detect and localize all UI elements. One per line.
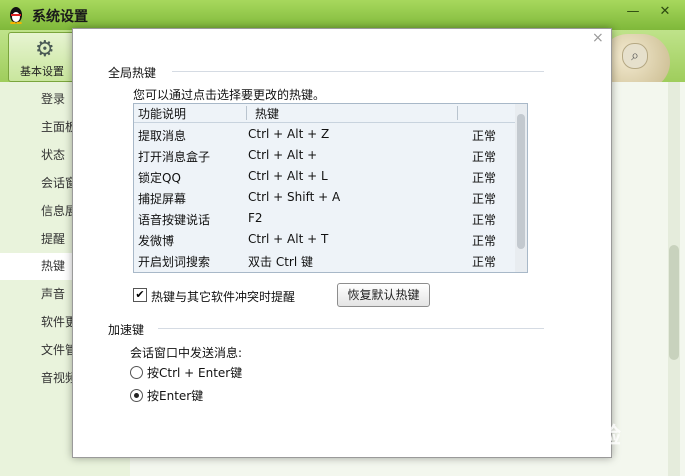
hotkey-keys: Ctrl + Alt + Z: [248, 127, 330, 141]
hotkey-status: 正常: [472, 213, 497, 227]
table-row[interactable]: 打开消息盒子 Ctrl + Alt + 正常: [134, 146, 515, 167]
hotkey-keys: Ctrl + Alt + T: [248, 232, 329, 246]
close-window-button[interactable]: ✕: [652, 2, 678, 22]
hotkey-function: 发微博: [138, 234, 175, 248]
minimize-button[interactable]: —: [620, 2, 646, 22]
hotkey-function: 锁定QQ: [138, 171, 181, 185]
global-hotkeys-title: 全局热键: [108, 66, 157, 80]
table-row[interactable]: 锁定QQ Ctrl + Alt + L 正常: [134, 167, 515, 188]
title-bar: 系统设置 — ✕: [0, 0, 685, 30]
table-row[interactable]: 语音按键说话 F2 正常: [134, 209, 515, 230]
hotkey-status: 正常: [472, 171, 497, 185]
hotkey-status: 正常: [472, 129, 497, 143]
hotkey-function: 打开消息盒子: [138, 150, 211, 164]
window-title: 系统设置: [32, 9, 88, 25]
dialog-close-button[interactable]: ×: [592, 30, 604, 46]
hotkey-hint: 您可以通过点击选择要更改的热键。: [133, 88, 326, 102]
column-hotkey[interactable]: 热键: [255, 105, 279, 122]
send-ctrl-enter-label[interactable]: 按Ctrl + Enter键: [147, 364, 242, 381]
basic-settings-tab[interactable]: ⚙ 基本设置: [8, 32, 76, 82]
conflict-reminder-label[interactable]: 热键与其它软件冲突时提醒: [151, 288, 295, 305]
hotkey-keys: 双击 Ctrl 键: [248, 255, 313, 269]
watermark: Bai 经验: [530, 424, 621, 449]
hotkey-status: 正常: [472, 234, 497, 248]
hotkey-function: 提取消息: [138, 129, 187, 143]
hotkey-keys: Ctrl + Alt +: [248, 148, 318, 162]
table-row[interactable]: 捕捉屏幕 Ctrl + Shift + A 正常: [134, 188, 515, 209]
table-header: 功能说明 热键: [134, 104, 515, 123]
qq-penguin-icon: [10, 7, 22, 24]
gear-icon: ⚙: [35, 37, 55, 62]
table-scrollbar[interactable]: [515, 104, 527, 272]
send-enter-label[interactable]: 按Enter键: [147, 387, 203, 404]
hotkey-function: 开启划词搜索: [138, 255, 211, 269]
table-row[interactable]: 开启划词搜索 双击 Ctrl 键 正常: [134, 251, 515, 272]
accelerator-title: 加速键: [108, 323, 145, 337]
search-icon[interactable]: ⌕: [622, 43, 648, 69]
section-divider: [172, 71, 544, 72]
table-scroll-thumb[interactable]: [517, 114, 525, 249]
send-enter-radio[interactable]: [130, 389, 143, 402]
section-divider: [158, 328, 544, 329]
table-row[interactable]: 提取消息 Ctrl + Alt + Z 正常: [134, 125, 515, 146]
send-ctrl-enter-radio[interactable]: [130, 366, 143, 379]
column-divider: [246, 106, 247, 120]
hotkey-table: 功能说明 热键 提取消息 Ctrl + Alt + Z 正常 打开消息盒子 Ct…: [133, 103, 528, 273]
hotkey-keys: Ctrl + Alt + L: [248, 169, 328, 183]
hotkey-function: 语音按键说话: [138, 213, 211, 227]
table-row[interactable]: 发微博 Ctrl + Alt + T 正常: [134, 230, 515, 251]
column-function[interactable]: 功能说明: [138, 105, 186, 122]
hotkey-keys: Ctrl + Shift + A: [248, 190, 341, 204]
basic-settings-label: 基本设置: [20, 65, 64, 78]
restore-default-hotkeys-button[interactable]: 恢复默认热键: [337, 283, 430, 307]
hotkey-status: 正常: [472, 255, 497, 269]
send-message-label: 会话窗口中发送消息:: [130, 346, 243, 360]
content-scroll-thumb[interactable]: [669, 245, 679, 360]
conflict-reminder-checkbox[interactable]: ✔: [133, 288, 147, 302]
hotkey-status: 正常: [472, 192, 497, 206]
hotkey-status: 正常: [472, 150, 497, 164]
column-divider: [457, 106, 458, 120]
hotkey-function: 捕捉屏幕: [138, 192, 187, 206]
hotkey-keys: F2: [248, 211, 263, 225]
